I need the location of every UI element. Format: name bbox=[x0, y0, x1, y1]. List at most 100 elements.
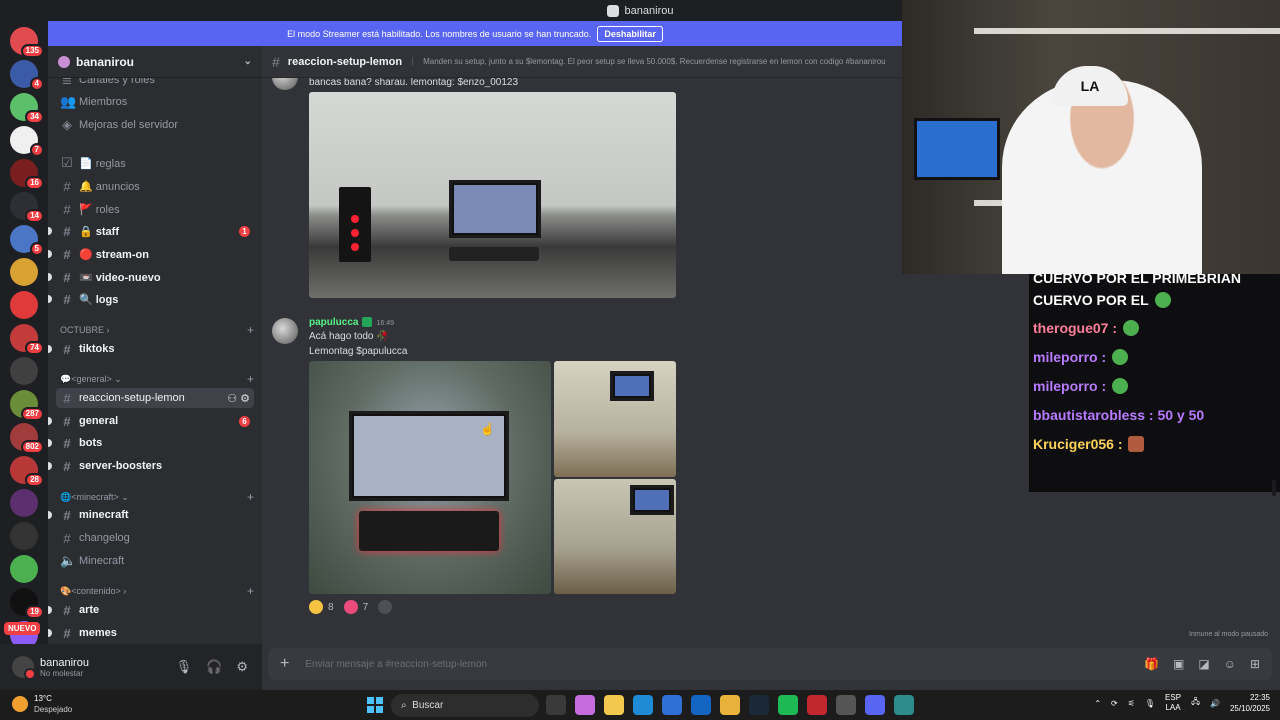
server-icon[interactable] bbox=[10, 258, 38, 286]
channel-anuncios[interactable]: # 🔔 anuncios bbox=[56, 176, 254, 196]
server-icon[interactable]: 28 bbox=[10, 456, 44, 487]
message-image[interactable] bbox=[309, 361, 551, 594]
add-channel-icon[interactable]: + bbox=[247, 490, 254, 504]
sticker-icon[interactable]: ◪ bbox=[1198, 657, 1209, 671]
chevron-up-icon[interactable]: ⌃ bbox=[1094, 699, 1101, 708]
channel-staff[interactable]: # 🔒 staff 1 bbox=[48, 221, 254, 241]
reaction[interactable]: 7 bbox=[343, 600, 368, 614]
edge-icon[interactable] bbox=[633, 695, 653, 715]
disable-streamer-mode-button[interactable]: Deshabilitar bbox=[597, 25, 663, 42]
channel-tiktoks[interactable]: # tiktoks bbox=[48, 339, 254, 359]
server-icon[interactable] bbox=[10, 357, 38, 385]
message-composer[interactable]: + Enviar mensaje a #reaccion-setup-lemon… bbox=[268, 648, 1272, 680]
tray-app-icon[interactable]: ⟳ bbox=[1111, 699, 1118, 708]
reaction[interactable]: 8 bbox=[309, 600, 334, 614]
server-icon[interactable]: 74 bbox=[10, 324, 44, 355]
channel-reaccion-setup-lemon[interactable]: # reaccion-setup-lemon ⚇ ⚙ bbox=[56, 388, 254, 408]
channel-topic[interactable]: Manden su setup, junto a su $lemontag. E… bbox=[412, 57, 886, 66]
emoji-icon[interactable]: ☺ bbox=[1224, 657, 1236, 671]
server-icon[interactable]: 19 bbox=[10, 588, 44, 619]
channel-stream-on[interactable]: # 🔴 stream-on bbox=[48, 244, 254, 264]
tray-app-icon[interactable]: ⚟ bbox=[1128, 699, 1135, 708]
channel-minecraft[interactable]: # minecraft bbox=[48, 505, 254, 525]
channel-server-boosters[interactable]: # server-boosters bbox=[48, 456, 254, 476]
channel-changelog[interactable]: # changelog bbox=[56, 528, 254, 548]
server-icon[interactable]: 7 bbox=[10, 126, 44, 157]
channel-logs[interactable]: # 🔍 logs bbox=[48, 289, 254, 309]
message-author[interactable]: papulucca 16:49 bbox=[309, 317, 394, 328]
server-icon[interactable] bbox=[10, 291, 38, 319]
message-timestamp: 16:49 bbox=[376, 320, 394, 327]
channel-arte[interactable]: # arte bbox=[48, 600, 254, 620]
avatar[interactable] bbox=[272, 318, 298, 344]
add-attachment-icon[interactable]: + bbox=[280, 655, 289, 673]
apps-icon[interactable]: ⊞ bbox=[1250, 657, 1260, 671]
server-icon[interactable]: 16 bbox=[10, 159, 44, 190]
message-input[interactable]: Enviar mensaje a #reaccion-setup-lemon bbox=[305, 659, 487, 670]
discord-taskbar-icon[interactable] bbox=[865, 695, 885, 715]
server-icon[interactable]: 5 bbox=[10, 225, 44, 256]
volume-icon[interactable]: 🔊 bbox=[1210, 699, 1220, 708]
taskbar-search[interactable]: ⌕ Buscar bbox=[391, 694, 539, 717]
file-explorer-icon[interactable] bbox=[604, 695, 624, 715]
app-icon[interactable] bbox=[894, 695, 914, 715]
message-image[interactable] bbox=[554, 361, 676, 477]
server-icon[interactable] bbox=[10, 489, 38, 517]
add-channel-icon[interactable]: + bbox=[247, 323, 254, 337]
server-icon[interactable]: 287 bbox=[10, 390, 44, 421]
weather-widget[interactable]: 13°C Despejado bbox=[12, 693, 72, 715]
add-channel-icon[interactable]: + bbox=[247, 372, 254, 386]
microphone-icon[interactable]: 🎙 bbox=[1145, 699, 1155, 708]
channel-memes[interactable]: # memes bbox=[48, 623, 254, 643]
channel-general[interactable]: # general 6 bbox=[48, 411, 254, 431]
category-octubre[interactable]: OCTUBRE › + bbox=[60, 322, 254, 338]
obs-icon[interactable] bbox=[807, 695, 827, 715]
server-icon[interactable] bbox=[10, 555, 38, 583]
server-icon[interactable]: 14 bbox=[10, 192, 44, 223]
server-icon[interactable]: 802 bbox=[10, 423, 44, 454]
message-image[interactable] bbox=[554, 479, 676, 594]
avatar[interactable] bbox=[12, 656, 36, 680]
add-channel-icon[interactable]: + bbox=[247, 584, 254, 598]
sidebar-item-members[interactable]: 👥 Miembros bbox=[56, 92, 254, 112]
server-icon[interactable]: 34 bbox=[10, 93, 44, 124]
copilot-icon[interactable] bbox=[575, 695, 595, 715]
microphone-icon[interactable]: 🎙 bbox=[176, 659, 193, 675]
server-icon[interactable]: 4 bbox=[10, 60, 44, 91]
category-contenido[interactable]: 🎨<contenido> › + bbox=[60, 583, 254, 599]
category-minecraft[interactable]: 🌐<minecraft> ⌄ + bbox=[60, 489, 254, 505]
server-list: 135 4 34 7 16 14 5 74 287 802 28 19 bbox=[0, 21, 48, 690]
headphones-icon[interactable]: 🎧 bbox=[206, 659, 222, 675]
outlook-icon[interactable] bbox=[691, 695, 711, 715]
chevron-down-icon[interactable]: ⌄ bbox=[244, 56, 252, 67]
sidebar-item-server-boosts[interactable]: ◈ Mejoras del servidor bbox=[56, 115, 254, 135]
task-view-icon[interactable] bbox=[546, 695, 566, 715]
chat-message-text: mileporro : bbox=[1033, 349, 1107, 365]
gif-icon[interactable]: ▣ bbox=[1173, 657, 1184, 671]
voice-channel-minecraft[interactable]: 🔈 Minecraft bbox=[56, 551, 254, 571]
spotify-icon[interactable] bbox=[778, 695, 798, 715]
gear-icon[interactable]: ⚙ bbox=[236, 659, 248, 675]
server-icon[interactable] bbox=[10, 522, 38, 550]
store-icon[interactable] bbox=[662, 695, 682, 715]
channel-bots[interactable]: # bots bbox=[48, 433, 254, 453]
windows-start-icon[interactable] bbox=[367, 697, 383, 713]
chrome-icon[interactable] bbox=[720, 695, 740, 715]
guild-header[interactable]: bananirou ⌄ bbox=[48, 46, 262, 78]
steam-icon[interactable] bbox=[749, 695, 769, 715]
language-indicator[interactable]: ESP LAA bbox=[1165, 693, 1181, 713]
app-icon[interactable] bbox=[836, 695, 856, 715]
gift-icon[interactable]: 🎁 bbox=[1144, 657, 1159, 671]
mouse-cursor-icon: ☝ bbox=[480, 422, 495, 436]
scrollbar[interactable] bbox=[1272, 480, 1276, 496]
channel-reglas[interactable]: ☑ 📄 reglas bbox=[56, 153, 254, 173]
network-icon[interactable]: 🖧 bbox=[1191, 696, 1200, 710]
category-general[interactable]: 💬<general> ⌄ + bbox=[60, 371, 254, 387]
channel-settings-icons[interactable]: ⚇ ⚙ bbox=[227, 392, 250, 405]
reaction[interactable] bbox=[378, 600, 393, 614]
message-image[interactable] bbox=[309, 92, 676, 298]
channel-roles[interactable]: # 🚩 roles bbox=[56, 199, 254, 219]
clock[interactable]: 22:35 25/10/2025 bbox=[1230, 692, 1270, 714]
server-icon[interactable]: 135 bbox=[10, 27, 44, 58]
channel-video-nuevo[interactable]: # 📼 video-nuevo bbox=[48, 267, 254, 287]
